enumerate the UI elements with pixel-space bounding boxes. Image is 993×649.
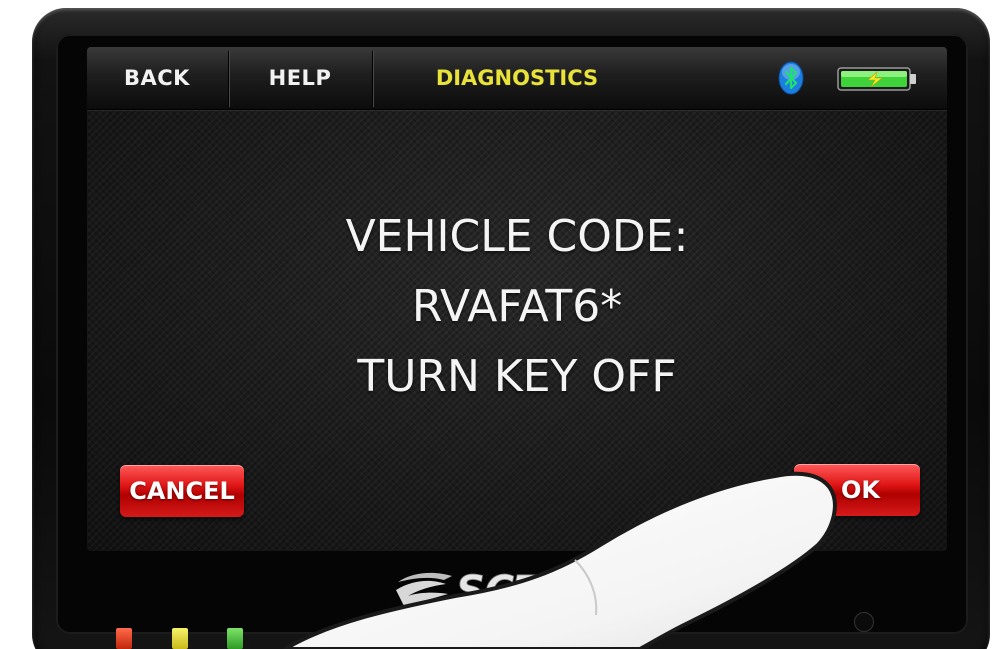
top-bar-divider (372, 51, 374, 107)
device-photo: BACK HELP DIAGNOSTICS VEHICLE CODE: RVAF… (0, 0, 993, 649)
ok-button-label: OK (841, 476, 880, 504)
top-bar: BACK HELP DIAGNOSTICS (87, 47, 947, 110)
back-button[interactable]: BACK (87, 47, 227, 109)
cancel-button[interactable]: CANCEL (120, 465, 244, 517)
battery-charging-icon (837, 67, 916, 91)
light-sensor (854, 612, 874, 632)
sct-logo-text: SCT (456, 568, 544, 614)
status-led-green (227, 628, 243, 649)
status-led-red (116, 628, 132, 649)
vehicle-code-label: VEHICLE CODE: (345, 211, 689, 262)
status-led-yellow (172, 628, 188, 649)
help-button[interactable]: HELP (230, 47, 370, 109)
vehicle-code-value: RVAFAT6* (411, 281, 623, 332)
instruction-text: TURN KEY OFF (357, 351, 677, 402)
ok-button[interactable]: OK (794, 464, 920, 516)
device-screen: BACK HELP DIAGNOSTICS VEHICLE CODE: RVAF… (87, 47, 947, 551)
sct-logo: SCT (396, 568, 545, 614)
screen-title: DIAGNOSTICS (435, 66, 599, 90)
bluetooth-icon (778, 61, 804, 95)
